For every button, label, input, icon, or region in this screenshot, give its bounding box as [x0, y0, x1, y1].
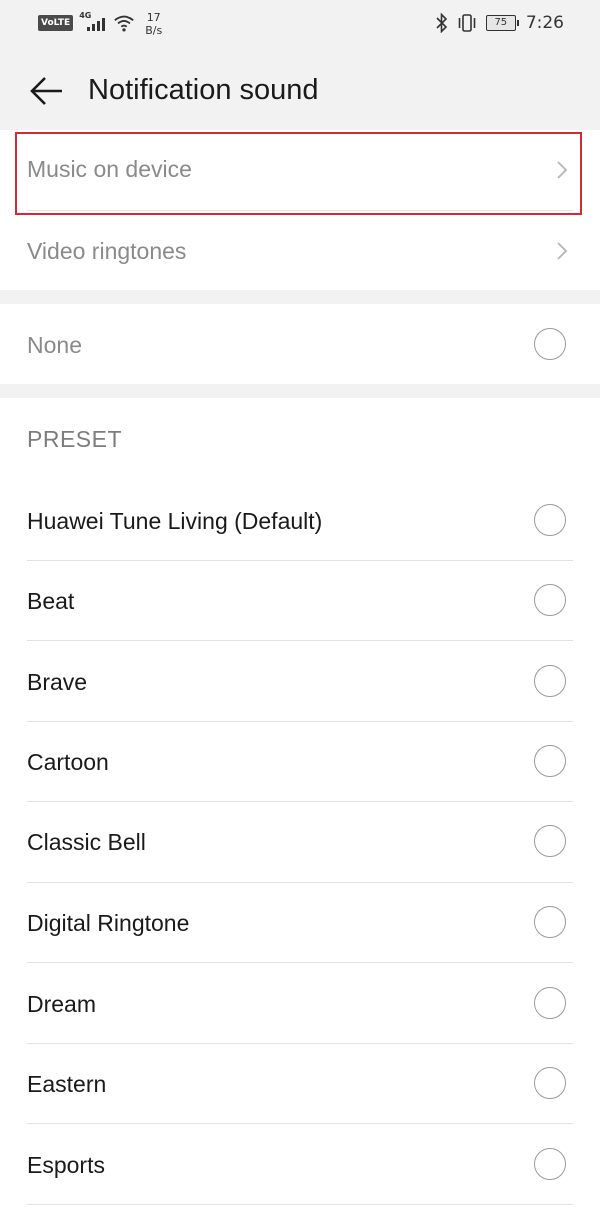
bluetooth-icon — [436, 13, 447, 33]
battery-icon: 75 — [485, 15, 519, 31]
preset-item-label: Cartoon — [27, 749, 109, 775]
preset-item[interactable]: Cartoon — [0, 722, 600, 802]
preset-list: PRESET Huawei Tune Living (Default) Beat… — [0, 398, 600, 1209]
preset-item-label: Dream — [27, 991, 97, 1017]
preset-item-label: Brave — [27, 669, 88, 695]
music-on-device-label: Music on device — [27, 156, 192, 182]
cellular-signal-icon: 4G — [79, 11, 107, 33]
preset-item[interactable]: Eastern — [0, 1044, 600, 1124]
radio-button[interactable] — [534, 825, 566, 857]
volte-badge: VoLTE — [38, 15, 74, 31]
none-option-card: None — [0, 304, 600, 384]
video-ringtones-label: Video ringtones — [27, 238, 187, 264]
radio-button[interactable] — [534, 987, 566, 1019]
status-bar: VoLTE 4G 17 B/s 75 7:26 — [0, 0, 600, 52]
radio-button[interactable] — [534, 665, 566, 697]
vibrate-icon — [458, 14, 476, 32]
chevron-right-icon — [557, 242, 568, 260]
preset-item-label: Beat — [27, 588, 75, 614]
none-option-label: None — [27, 332, 82, 358]
radio-button[interactable] — [534, 745, 566, 777]
preset-item[interactable]: Brave — [0, 641, 600, 721]
radio-button[interactable] — [534, 504, 566, 536]
radio-button[interactable] — [534, 906, 566, 938]
preset-section-title: PRESET — [27, 426, 123, 452]
radio-button[interactable] — [534, 328, 566, 360]
wifi-icon — [114, 15, 134, 32]
preset-item-label: Classic Bell — [27, 829, 146, 855]
preset-item-label: Esports — [27, 1152, 105, 1178]
preset-item[interactable]: Esports — [0, 1124, 600, 1204]
sound-source-list: Music on device Video ringtones — [0, 130, 600, 290]
network-speed: 17 B/s — [145, 11, 163, 37]
preset-item-label: Digital Ringtone — [27, 910, 190, 936]
preset-item-label: Huawei Tune Living (Default) — [27, 508, 323, 534]
preset-item[interactable]: Dream — [0, 963, 600, 1043]
preset-item[interactable]: Digital Ringtone — [0, 883, 600, 963]
app-bar: Notification sound — [0, 52, 600, 130]
preset-item-label: Eastern — [27, 1071, 107, 1097]
chevron-right-icon — [557, 161, 568, 179]
radio-button[interactable] — [534, 584, 566, 616]
music-on-device-item[interactable]: Music on device — [0, 130, 600, 210]
clock: 7:26 — [525, 13, 564, 33]
none-option-item[interactable]: None — [0, 304, 600, 384]
back-arrow-icon[interactable] — [28, 72, 66, 110]
page-title: Notification sound — [88, 74, 319, 106]
preset-item[interactable]: Huawei Tune Living (Default) — [0, 481, 600, 561]
radio-button[interactable] — [534, 1148, 566, 1180]
video-ringtones-item[interactable]: Video ringtones — [0, 211, 600, 290]
divider — [27, 1204, 573, 1205]
radio-button[interactable] — [534, 1067, 566, 1099]
preset-item[interactable]: Beat — [0, 561, 600, 641]
preset-item[interactable]: Classic Bell — [0, 802, 600, 882]
